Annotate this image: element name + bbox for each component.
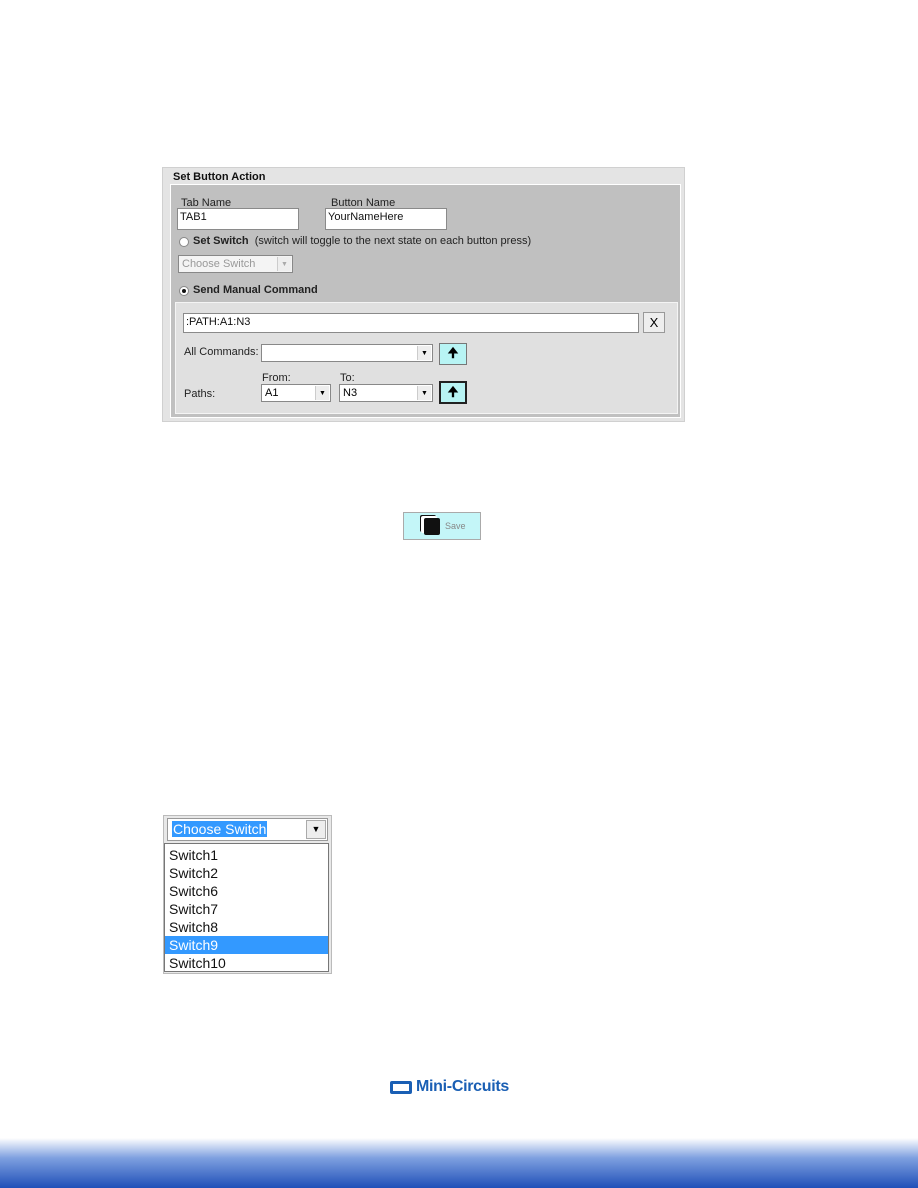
tab-name-input[interactable]: TAB1 [177,208,299,230]
button-name-input[interactable]: YourNameHere [325,208,447,230]
from-label: From: [262,372,291,384]
logo-mark-icon [390,1081,412,1094]
clear-command-button[interactable]: X [643,312,665,333]
command-input[interactable]: :PATH:A1:N3 [183,313,639,333]
chevron-down-icon: ▼ [315,386,329,400]
from-dropdown[interactable]: A1 ▼ [261,384,331,402]
chevron-down-icon[interactable]: ▼ [306,820,326,839]
from-value: A1 [265,387,279,399]
insert-path-button[interactable]: 🠉 [439,381,467,404]
option-switch9[interactable]: Switch9 [165,936,328,954]
set-switch-radio[interactable] [179,237,189,247]
arrow-up-icon: 🠉 [447,384,459,399]
option-switch10[interactable]: Switch10 [165,954,328,972]
footer-band [0,1138,918,1188]
insert-command-button[interactable]: 🠉 [439,343,467,365]
panel-title: Set Button Action [173,171,266,183]
all-commands-label: All Commands: [184,346,259,358]
chevron-down-icon: ▼ [417,386,431,400]
to-value: N3 [343,387,358,399]
paths-label: Paths: [184,388,216,400]
chevron-down-icon: ▼ [277,257,291,271]
send-manual-command-radio[interactable] [179,286,189,296]
switch-select-value: Choose Switch [172,821,268,837]
option-switch7[interactable]: Switch7 [165,900,328,918]
arrow-up-icon: 🠉 [447,345,459,360]
option-switch2[interactable]: Switch2 [165,864,328,882]
save-button[interactable]: Save [403,512,481,540]
floppy-disk-icon [424,518,440,535]
save-label: Save [445,521,466,531]
switch-options-list: Switch1 Switch2 Switch6 Switch7 Switch8 … [164,843,329,972]
to-label: To: [340,372,355,384]
set-switch-label: Set Switch [193,235,249,247]
option-switch8[interactable]: Switch8 [165,918,328,936]
set-switch-note: (switch will toggle to the next state on… [254,235,532,247]
send-manual-command-label: Send Manual Command [193,284,318,296]
logo-text: Mini-Circuits [416,1078,509,1095]
option-switch6[interactable]: Switch6 [165,882,328,900]
choose-switch-text: Choose Switch [182,258,256,270]
switch-select[interactable]: Choose Switch ▼ [167,818,328,841]
choose-switch-dropdown-disabled[interactable]: Choose Switch ▼ [178,255,293,273]
all-commands-dropdown[interactable]: ▼ [261,344,433,362]
chevron-down-icon: ▼ [417,346,431,360]
switch-dropdown-open: Choose Switch ▼ Switch1 Switch2 Switch6 … [163,815,332,974]
to-dropdown[interactable]: N3 ▼ [339,384,433,402]
option-switch1[interactable]: Switch1 [165,846,328,864]
